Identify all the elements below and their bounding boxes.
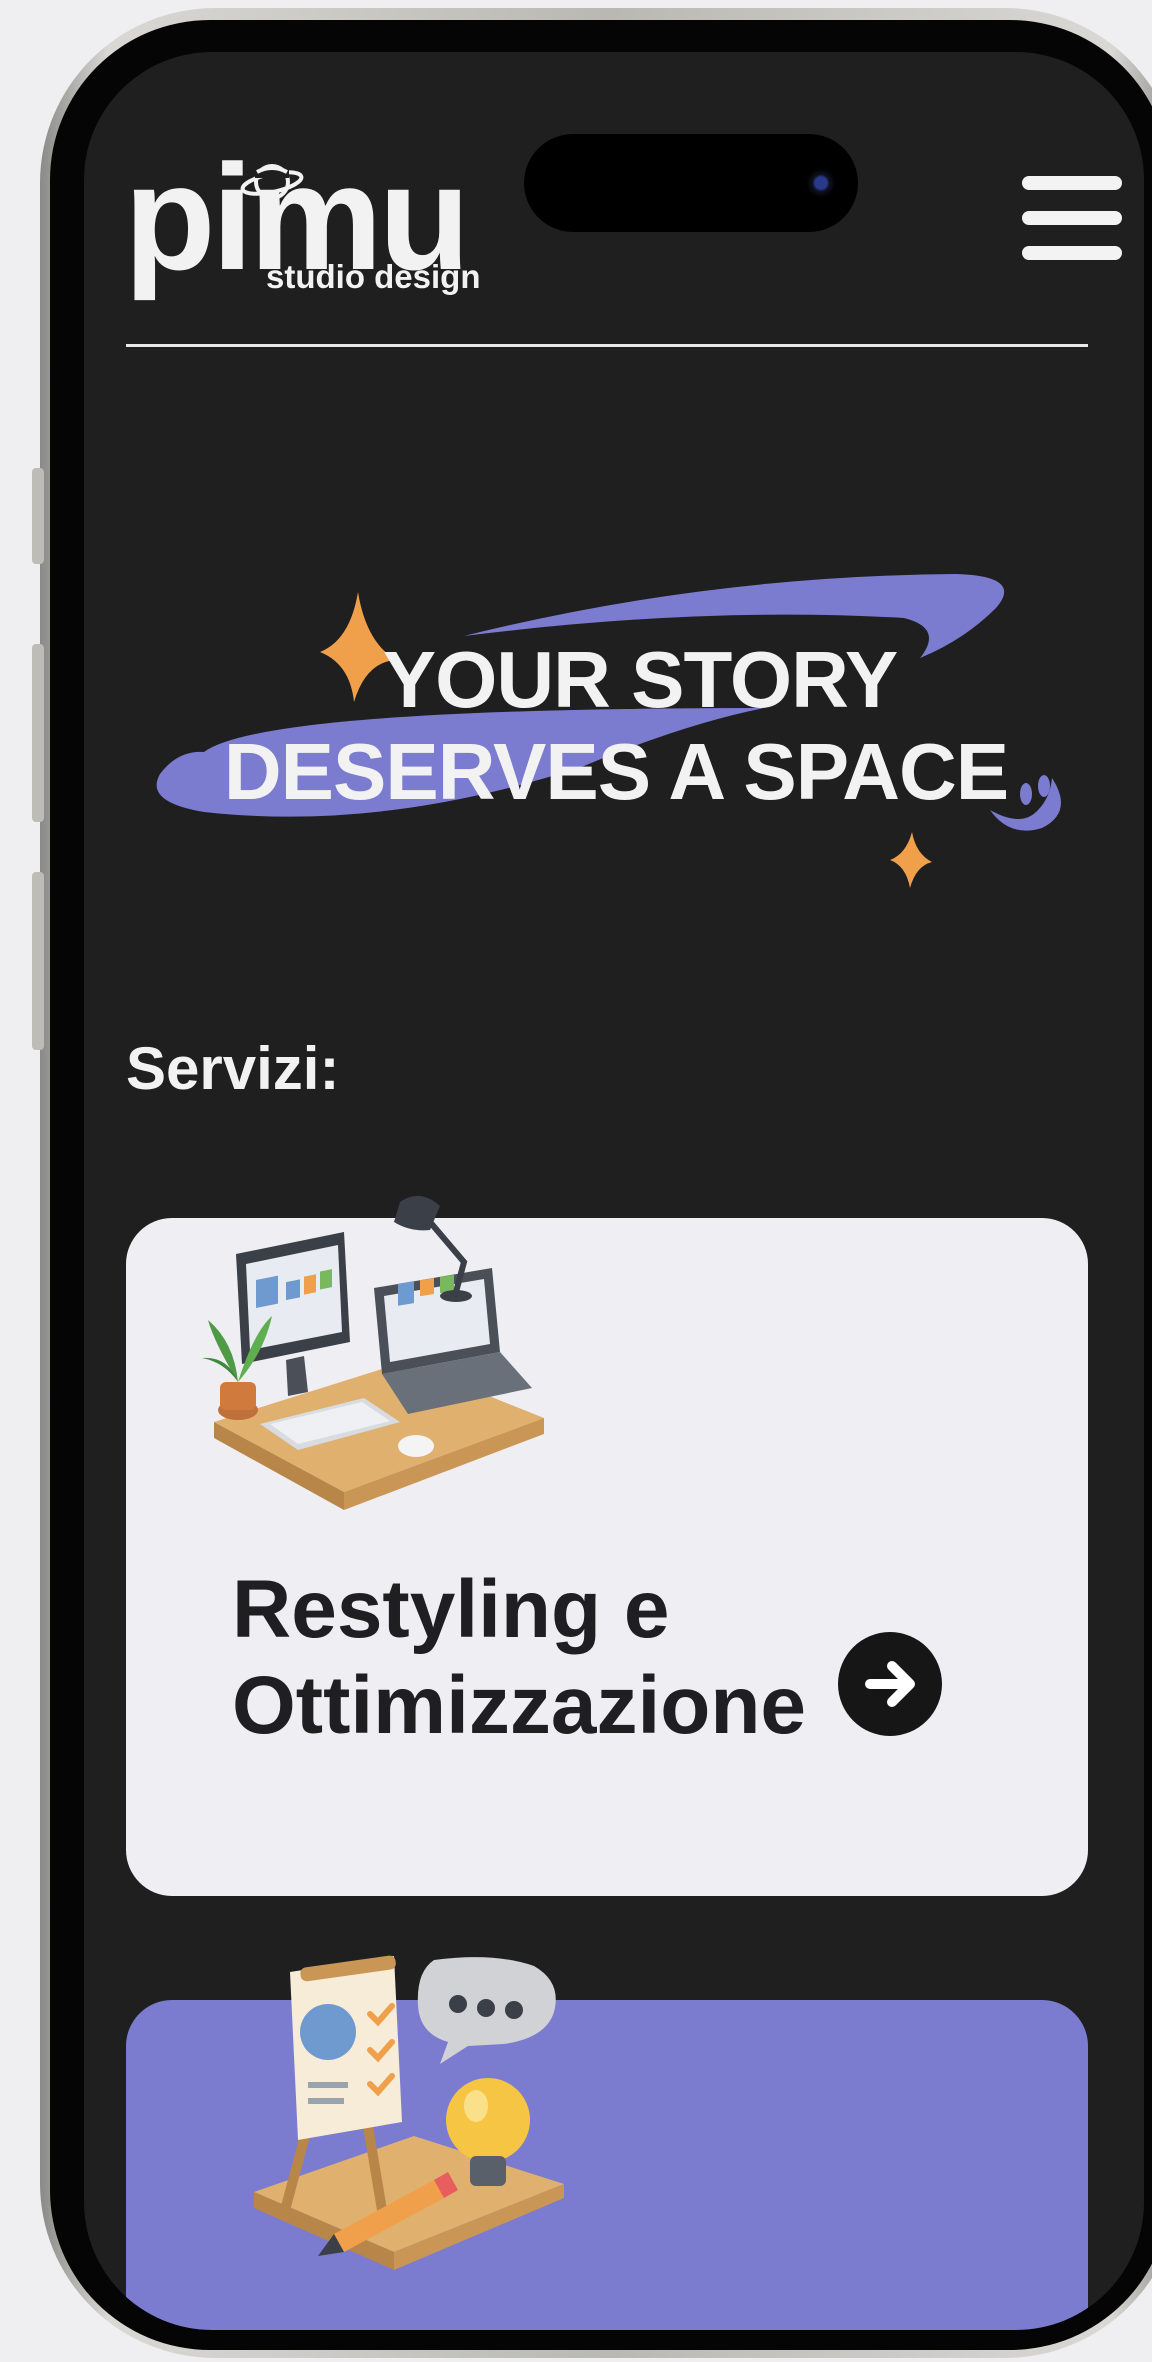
volume-down-button xyxy=(32,872,44,1050)
desk-computer-illustration xyxy=(202,1195,544,1510)
screen: pimu studio design YOUR STORY DESERVES A… xyxy=(84,52,1144,2330)
dynamic-island xyxy=(524,134,858,232)
service-card-title: Restyling e Ottimizzazione xyxy=(232,1564,807,1751)
volume-up-button xyxy=(32,644,44,822)
arrow-right-icon[interactable] xyxy=(838,1632,942,1736)
hero-headline-line1: YOUR STORY xyxy=(382,635,899,724)
front-camera-icon xyxy=(806,168,836,198)
services-heading: Servizi: xyxy=(126,1035,340,1102)
hero-headline-line2: DESERVES A SPACE xyxy=(223,727,1009,816)
hamburger-menu-icon[interactable] xyxy=(1022,176,1122,260)
logo[interactable]: pimu studio design xyxy=(124,104,504,295)
presentation-idea-illustration xyxy=(254,1955,564,2270)
logo-tagline: studio design xyxy=(266,258,481,295)
header-divider xyxy=(126,344,1088,347)
action-button xyxy=(32,468,44,564)
hero-banner: YOUR STORY DESERVES A SPACE xyxy=(144,512,1124,932)
sparkle-icon xyxy=(890,832,932,888)
